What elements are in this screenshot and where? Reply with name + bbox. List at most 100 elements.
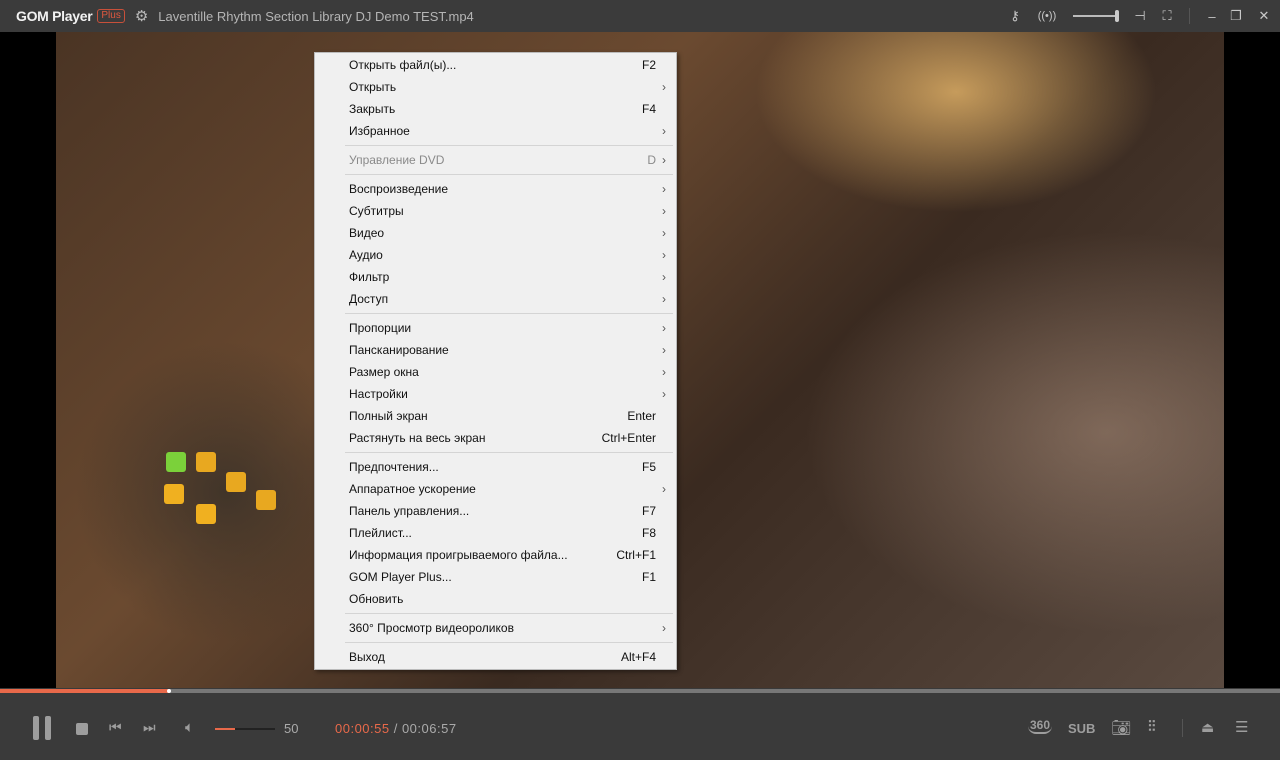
menu-item-shortcut: F1 (641, 570, 656, 584)
menu-item[interactable]: Плейлист... F8 (315, 522, 676, 544)
menu-item[interactable]: Субтитры › (315, 200, 676, 222)
plus-badge[interactable]: Plus (97, 9, 125, 23)
launchpad-pad (226, 472, 246, 492)
menu-item-label: Доступ (349, 292, 389, 306)
app-logo: GOM Player (16, 8, 93, 24)
subtitle-button[interactable]: SUB (1068, 721, 1095, 736)
menu-item[interactable]: Пансканирование › (315, 339, 676, 361)
broadcast-icon[interactable]: ((•)) (1027, 10, 1067, 22)
menu-item[interactable]: Предпочтения... F5 (315, 456, 676, 478)
eject-icon[interactable]: ⏏ (1201, 719, 1214, 736)
menu-item[interactable]: Воспроизведение › (315, 178, 676, 200)
submenu-arrow-icon: › (662, 248, 666, 262)
launchpad-pad (196, 452, 216, 472)
menu-item-label: Пансканирование (349, 343, 449, 357)
menu-item[interactable]: Аудио › (315, 244, 676, 266)
pin-icon[interactable]: ⊣ (1125, 8, 1155, 24)
submenu-arrow-icon: › (662, 292, 666, 306)
previous-icon[interactable]: ⏮ (109, 719, 122, 736)
menu-item-label: Открыть (349, 80, 397, 94)
settings-gear-icon[interactable]: ⚙ (135, 7, 148, 25)
menu-item[interactable]: Избранное › (315, 120, 676, 142)
menu-item[interactable]: Панель управления... F7 (315, 500, 676, 522)
menu-item-label: Видео (349, 226, 385, 240)
menu-item-label: Фильтр (349, 270, 390, 284)
submenu-arrow-icon: › (662, 80, 666, 94)
menu-item[interactable]: Обновить (315, 588, 676, 610)
menu-separator (315, 171, 676, 178)
time-separator: / (389, 721, 402, 736)
menu-item[interactable]: Открыть файл(ы)... F2 (315, 54, 676, 76)
menu-item[interactable]: Размер окна › (315, 361, 676, 383)
menu-item-label: Управление DVD (349, 153, 445, 167)
menu-item[interactable]: Пропорции › (315, 317, 676, 339)
menu-item-label: GOM Player Plus... (349, 570, 452, 584)
menu-item-label: Растянуть на весь экран (349, 431, 486, 445)
volume-value: 50 (284, 721, 299, 736)
menu-item: Управление DVD D › (315, 149, 676, 171)
menu-item-label: Открыть файл(ы)... (349, 58, 457, 72)
menu-separator (315, 142, 676, 149)
camera-icon[interactable]: 📷︎ (1111, 718, 1131, 738)
title-bar: GOM Player Plus ⚙ Laventille Rhythm Sect… (0, 0, 1280, 32)
menu-item-shortcut: F2 (641, 58, 656, 72)
menu-item[interactable]: Доступ › (315, 288, 676, 310)
submenu-arrow-icon: › (662, 124, 666, 138)
launchpad-pad (166, 452, 186, 472)
menu-item-shortcut: Ctrl+Enter (601, 431, 656, 445)
next-icon[interactable]: ⏭ (143, 719, 156, 736)
submenu-arrow-icon: › (662, 204, 666, 218)
submenu-arrow-icon: › (662, 482, 666, 496)
submenu-arrow-icon: › (662, 343, 666, 357)
current-time: 00:00:55 (335, 721, 390, 736)
menu-separator (315, 449, 676, 456)
menu-separator (315, 610, 676, 617)
submenu-arrow-icon: › (662, 621, 666, 635)
menu-item[interactable]: GOM Player Plus... F1 (315, 566, 676, 588)
fullscreen-icon[interactable]: ⛶ (1155, 8, 1179, 24)
menu-item-label: Аудио (349, 248, 383, 262)
submenu-arrow-icon: › (662, 365, 666, 379)
menu-item-label: Размер окна (349, 365, 419, 379)
playlist-icon[interactable]: ☰ (1235, 718, 1248, 736)
menu-separator (315, 639, 676, 646)
menu-item-label: Полный экран (349, 409, 428, 423)
close-icon[interactable]: ✕ (1248, 8, 1280, 24)
key-icon[interactable]: ⚷ (1003, 8, 1027, 24)
equalizer-icon[interactable]: ⫶⫶ (1148, 718, 1156, 735)
pause-icon[interactable] (33, 716, 53, 740)
submenu-arrow-icon: › (662, 270, 666, 284)
volume-icon[interactable]: 🔈︎ (185, 719, 194, 736)
volume-slider[interactable] (215, 728, 275, 730)
menu-item-label: Плейлист... (349, 526, 412, 540)
divider (1182, 719, 1183, 737)
menu-item[interactable]: 360° Просмотр видеороликов › (315, 617, 676, 639)
menu-item[interactable]: Полный экран Enter (315, 405, 676, 427)
menu-item[interactable]: Видео › (315, 222, 676, 244)
opacity-slider[interactable] (1073, 10, 1119, 22)
menu-item[interactable]: Выход Alt+F4 (315, 646, 676, 668)
stop-icon[interactable] (76, 723, 88, 735)
menu-item-shortcut: F7 (641, 504, 656, 518)
menu-item[interactable]: Фильтр › (315, 266, 676, 288)
file-title: Laventille Rhythm Section Library DJ Dem… (158, 8, 474, 24)
menu-item[interactable]: Открыть › (315, 76, 676, 98)
menu-item[interactable]: Растянуть на весь экран Ctrl+Enter (315, 427, 676, 449)
submenu-arrow-icon: › (662, 387, 666, 401)
context-menu: Открыть файл(ы)... F2 Открыть › Закрыть F4 Изб… (314, 52, 677, 670)
total-time: 00:06:57 (401, 721, 457, 736)
submenu-arrow-icon: › (662, 153, 666, 167)
restore-icon[interactable]: ❐ (1224, 8, 1248, 24)
menu-item[interactable]: Закрыть F4 (315, 98, 676, 120)
menu-item-label: Избранное (349, 124, 410, 138)
launchpad-pad (256, 490, 276, 510)
menu-item-shortcut: Ctrl+F1 (616, 548, 656, 562)
menu-item-label: Воспроизведение (349, 182, 449, 196)
launchpad-pad (196, 504, 216, 524)
menu-item[interactable]: Информация проигрываемого файла... Ctrl+F… (315, 544, 676, 566)
360-view-icon[interactable]: 360 (1028, 718, 1053, 734)
menu-item[interactable]: Аппаратное ускорение › (315, 478, 676, 500)
menu-item[interactable]: Настройки › (315, 383, 676, 405)
menu-item-shortcut: F5 (641, 460, 656, 474)
minimize-icon[interactable]: – (1200, 9, 1224, 24)
